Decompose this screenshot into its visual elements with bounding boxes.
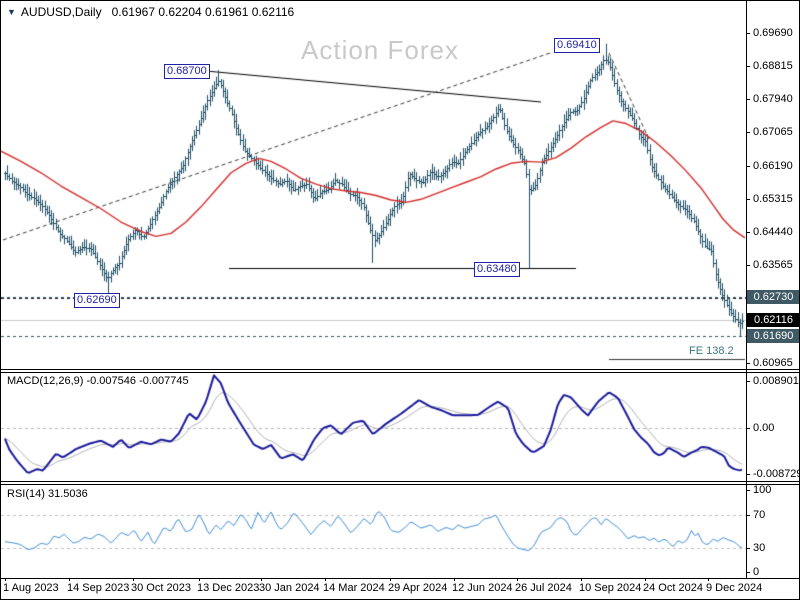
panel-separator <box>1 484 799 485</box>
symbol-dropdown-icon[interactable]: ▼ <box>7 7 16 17</box>
date-tick <box>517 578 518 581</box>
date-tick <box>199 578 200 581</box>
macd-axis-label: 0.008901 <box>753 375 799 387</box>
chart-title-bar: ▼ AUDUSD,Daily 0.61967 0.62204 0.61961 0.6… <box>7 5 294 19</box>
axis-tick <box>746 428 750 429</box>
date-axis-label: 14 Sep 2023 <box>67 582 130 594</box>
panel-separator <box>1 369 799 370</box>
axis-tick <box>746 132 750 133</box>
axis-tick <box>746 99 750 100</box>
date-tick <box>390 578 391 581</box>
date-axis-label: 10 Sep 2024 <box>579 582 642 594</box>
axis-tick <box>746 166 750 167</box>
watermark: Action Forex <box>301 35 459 65</box>
axis-tick <box>746 199 750 200</box>
price-axis-label: 0.67065 <box>753 126 793 138</box>
date-axis-label: 26 Jul 2024 <box>515 582 572 594</box>
price-level-box[interactable]: 0.69410 <box>554 38 600 53</box>
axis-tick <box>746 572 750 573</box>
date-tick <box>645 578 646 581</box>
date-tick <box>261 578 262 581</box>
panel-separator <box>1 481 799 482</box>
date-tick <box>708 578 709 581</box>
date-tick <box>454 578 455 581</box>
price-axis-label: 0.64440 <box>753 226 793 238</box>
price-axis-label: 0.69690 <box>753 27 793 39</box>
level-price-tag: 0.61690 <box>747 329 799 343</box>
price-level-box[interactable]: 0.62690 <box>74 293 120 308</box>
axis-tick <box>746 66 750 67</box>
date-axis-label: 9 Dec 2024 <box>706 582 763 594</box>
price-level-box[interactable]: 0.68700 <box>164 64 210 79</box>
macd-axis-label: -0.008729 <box>753 468 800 480</box>
date-axis-label: 30 Oct 2023 <box>131 582 191 594</box>
date-axis-label: 14 Mar 2024 <box>323 582 385 594</box>
date-axis-label: 13 Dec 2023 <box>197 582 260 594</box>
axis-tick <box>746 490 750 491</box>
macd-indicator-label: MACD(12,26,9) -0.007546 -0.007745 <box>7 375 189 387</box>
rsi-axis-label: 0 <box>753 566 760 578</box>
macd-canvas[interactable] <box>1 373 746 481</box>
chart-window: ▼ AUDUSD,Daily 0.61967 0.62204 0.61961 0.6… <box>0 0 800 600</box>
date-tick <box>5 578 6 581</box>
price-axis-label: 0.65315 <box>753 193 793 205</box>
price-level-box[interactable]: 0.63480 <box>474 262 520 277</box>
panel-separator <box>1 372 799 373</box>
price-axis-label: 0.67940 <box>753 93 793 105</box>
date-axis-label: 12 Jun 2024 <box>452 582 513 594</box>
price-axis-label: 0.66190 <box>753 160 793 172</box>
axis-tick <box>746 474 750 475</box>
current-price-tag: 0.62116 <box>747 313 799 327</box>
price-axis-label: 0.68815 <box>753 60 793 72</box>
date-tick <box>325 578 326 581</box>
rsi-axis-label: 70 <box>753 509 766 521</box>
date-tick <box>133 578 134 581</box>
price-axis-label: 0.60965 <box>753 357 793 369</box>
axis-tick <box>746 548 750 549</box>
axis-tick <box>746 232 750 233</box>
date-tick <box>581 578 582 581</box>
macd-axis-label: 0.00 <box>753 422 775 434</box>
symbol-timeframe-label: AUDUSD,Daily <box>20 5 102 19</box>
rsi-canvas[interactable] <box>1 485 746 578</box>
ohlc-values: 0.61967 0.62204 0.61961 0.62116 <box>111 5 295 19</box>
axis-tick <box>746 381 750 382</box>
axis-tick <box>746 33 750 34</box>
price-axis-label: 0.63565 <box>753 259 793 271</box>
rsi-axis-label: 30 <box>753 542 766 554</box>
level-price-tag: 0.62730 <box>747 290 799 304</box>
date-axis-label: 29 Apr 2024 <box>388 582 448 594</box>
date-axis-label: 1 Aug 2023 <box>3 582 59 594</box>
panel-separator <box>1 578 799 579</box>
date-axis-label: 30 Jan 2024 <box>259 582 320 594</box>
axis-tick <box>746 265 750 266</box>
date-tick <box>69 578 70 581</box>
date-axis-label: 24 Oct 2024 <box>643 582 703 594</box>
fibonacci-extension-label[interactable]: FE 138.2 <box>689 345 734 357</box>
axis-tick <box>746 363 750 364</box>
rsi-indicator-label: RSI(14) 31.5036 <box>7 488 88 500</box>
axis-tick <box>746 515 750 516</box>
rsi-axis-label: 100 <box>753 484 772 496</box>
